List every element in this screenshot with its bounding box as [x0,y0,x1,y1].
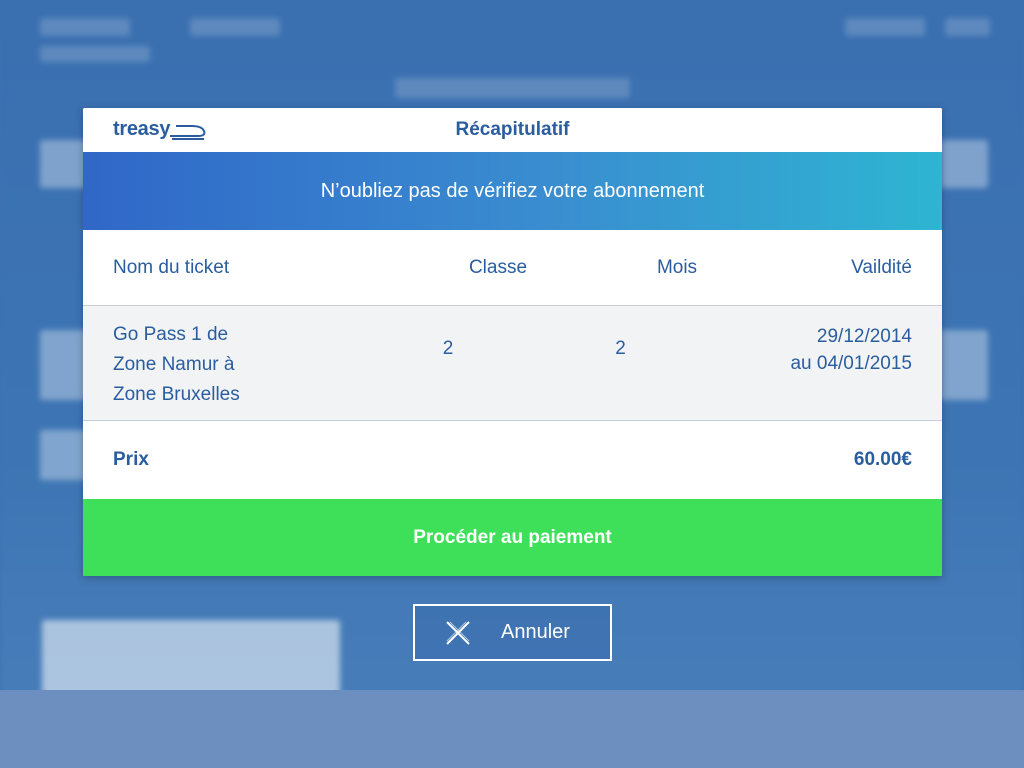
bg-nav-item [40,18,130,36]
price-value: 60.00€ [853,448,912,470]
header-ticket-name: Nom du ticket [113,256,230,278]
bg-card [940,330,988,400]
modal-header: treasy Récapitulatif [83,108,942,152]
ticket-name-line: Go Pass 1 de [113,324,229,345]
ticket-name-line: Zone Namur à [113,354,235,375]
reminder-banner: N’oubliez pas de vérifiez votre abonneme… [83,152,942,230]
train-logo-icon [170,124,206,140]
cancel-button[interactable]: Annuler [413,604,612,661]
banner-text: N’oubliez pas de vérifiez votre abonneme… [320,179,705,202]
validity-line: 29/12/2014 [816,326,912,347]
bg-panel [42,620,340,700]
table-row: Go Pass 1 de Zone Namur à Zone Bruxelles… [83,306,942,421]
bg-card [940,140,988,188]
ticket-name: Go Pass 1 de Zone Namur à Zone Bruxelles [113,320,303,410]
cancel-label: Annuler [501,621,570,643]
price-label: Prix [113,448,149,470]
treasy-logo: treasy [113,118,208,141]
bg-nav-item [945,18,990,36]
bg-nav-item [40,46,150,62]
bg-bottom-bar [0,690,1024,768]
bg-heading [395,78,630,98]
ticket-name-line: Zone Bruxelles [113,384,240,405]
ticket-classe: 2 [442,338,454,359]
price-row: Prix 60.00€ [83,421,942,498]
logo-text: treasy [113,118,171,140]
bg-nav-item [190,18,280,36]
header-mois: Mois [656,256,698,278]
ticket-mois: 2 [615,338,626,359]
header-validity: Vaildité [851,256,912,278]
modal-title: Récapitulatif [455,119,570,140]
summary-modal: treasy Récapitulatif N’oubliez pas de vé… [83,108,942,576]
close-icon [445,620,471,646]
bg-nav-item [845,18,925,36]
table-header: Nom du ticket Classe Mois Vaildité [83,230,942,306]
proceed-payment-button[interactable]: Procéder au paiement [83,499,942,576]
ticket-validity: 29/12/2014 au 04/01/2015 [648,320,912,377]
validity-line: au 04/01/2015 [790,353,912,374]
header-classe: Classe [468,256,528,278]
